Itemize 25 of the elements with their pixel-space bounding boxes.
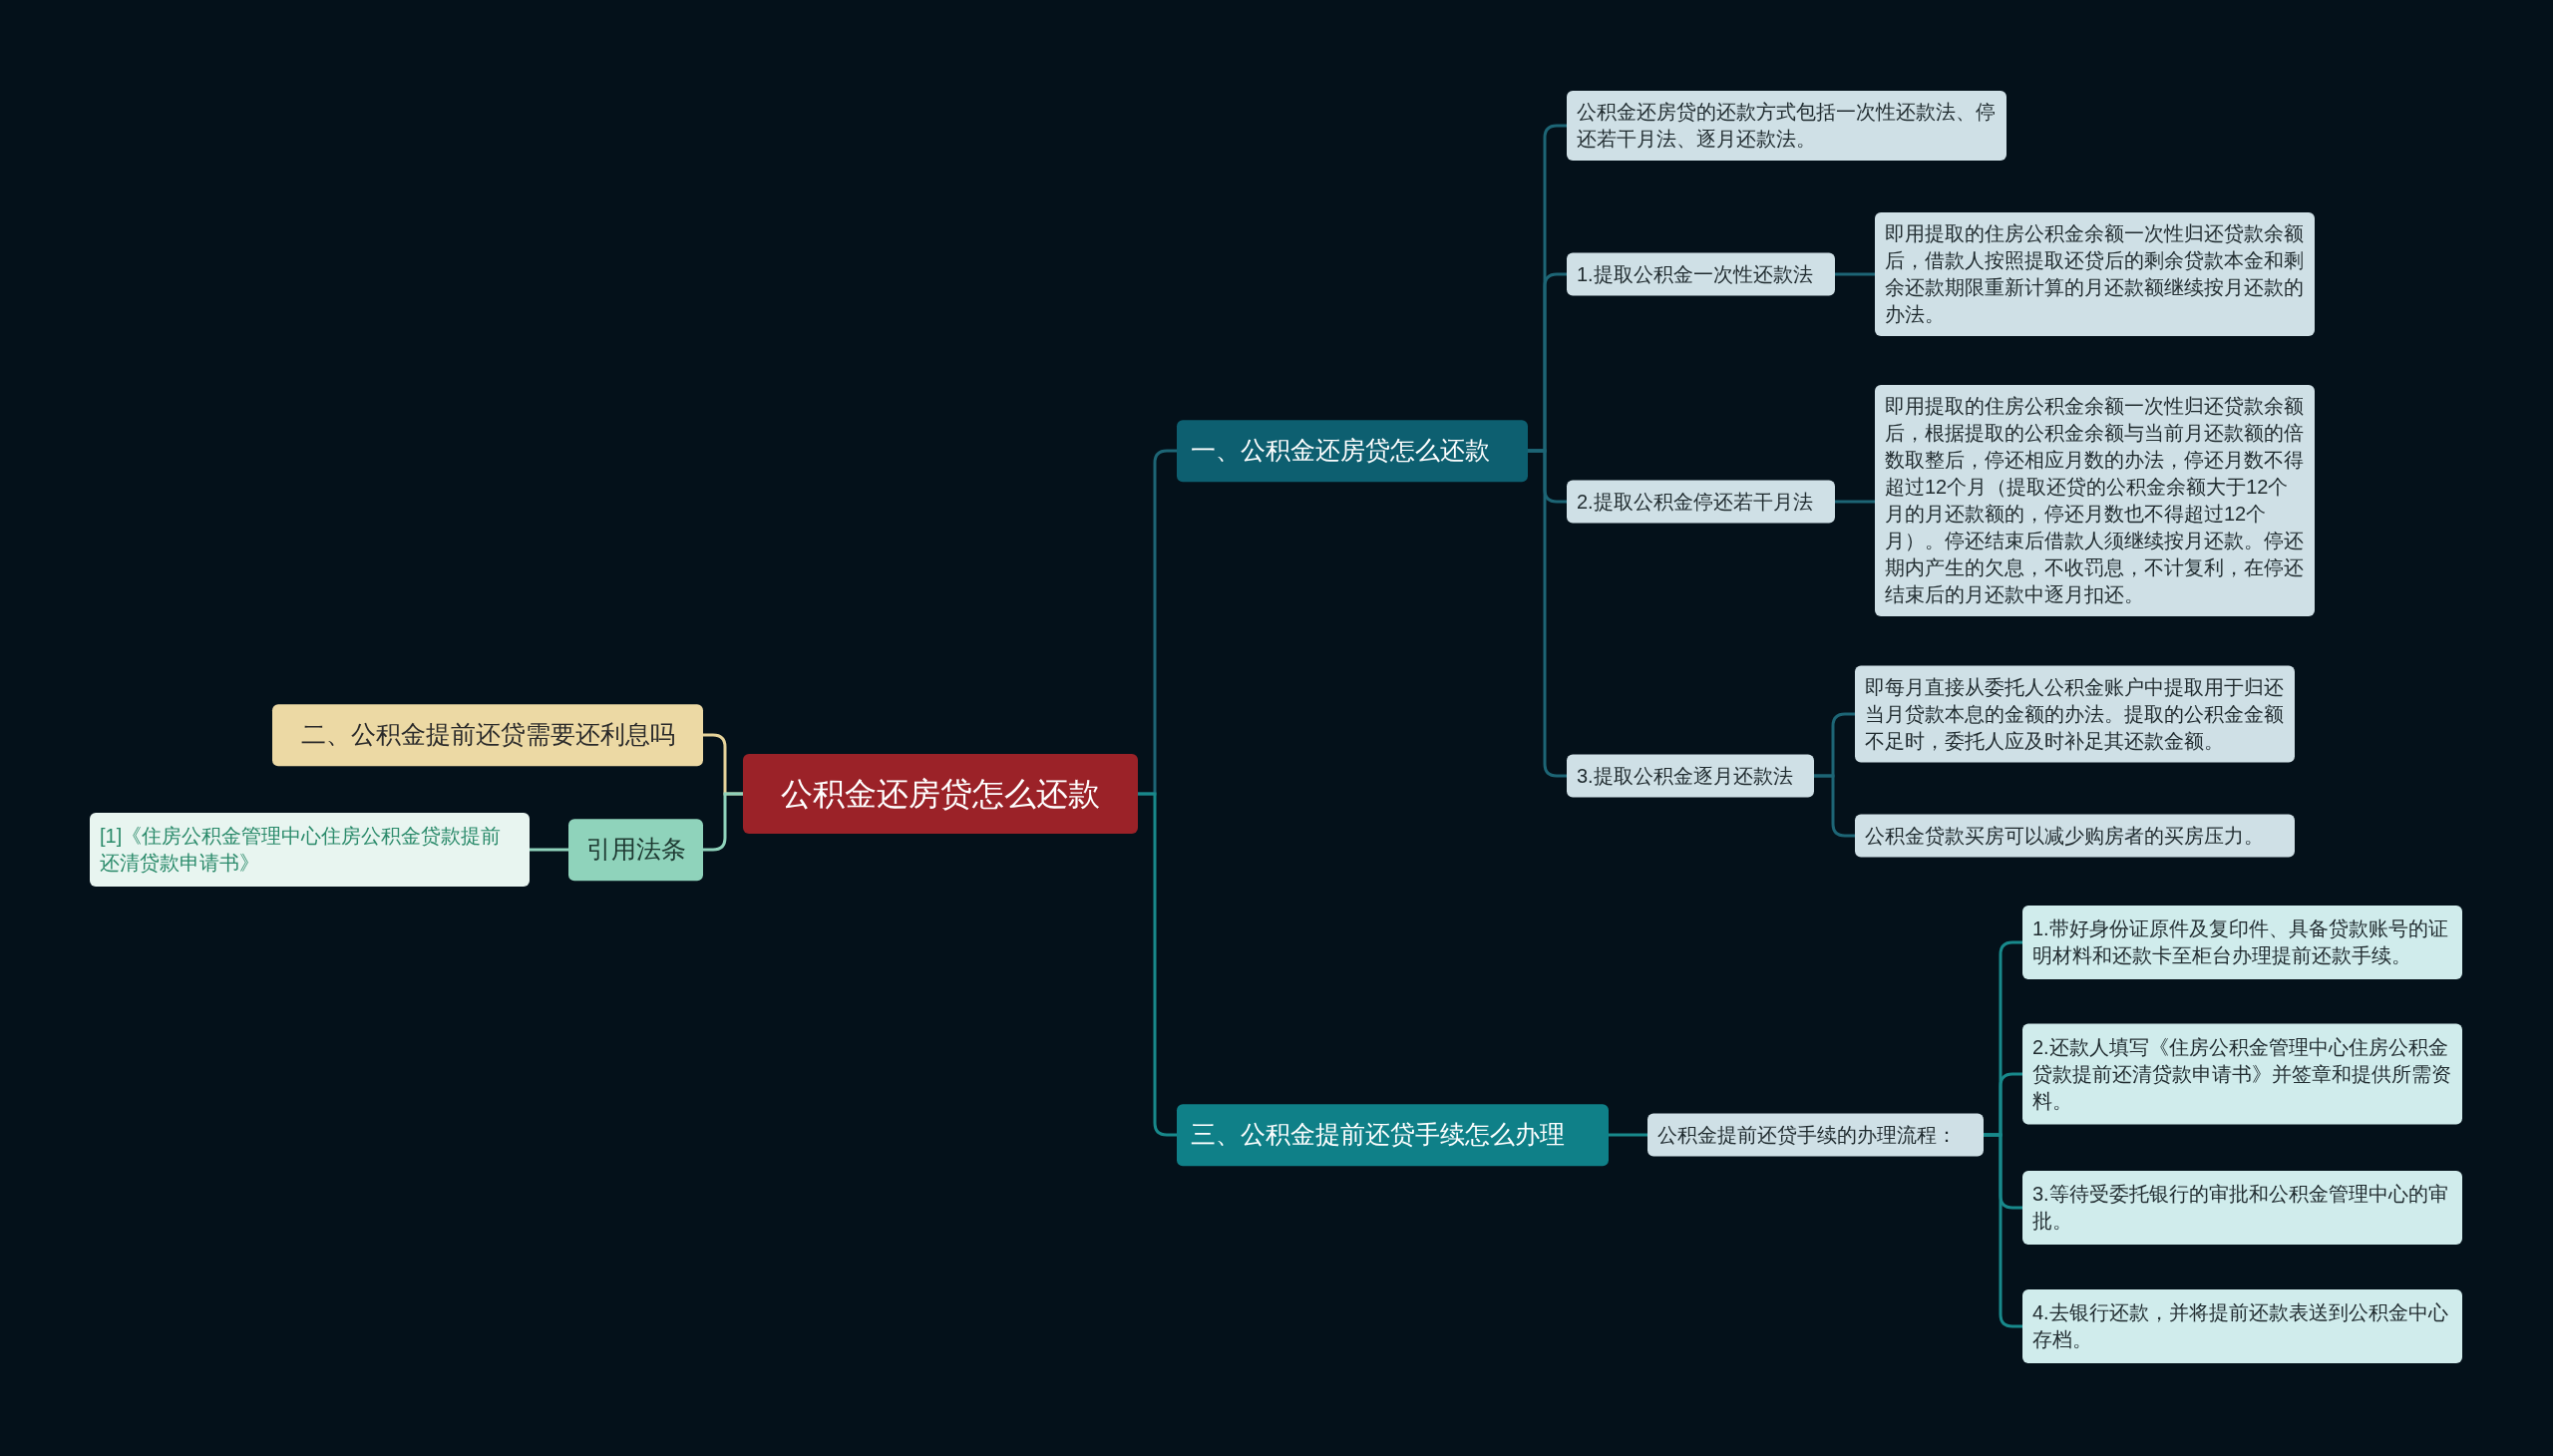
topic-node: 即用提取的住房公积金余额一次性归还贷款余额后，根据提取的公积金余额与当前月还款额的倍数取整后，停还相应月数的办法，停还月数不得超过12个月（提取还贷的公积金余额大于12个月的月还款额的，停还月数也不得超过12个月）。停还结束后借款人须继续按月还款。停还期内产生的欠息，不收罚息，不计复利，在停还结束后的月还款中逐月扣还。: [1875, 385, 2315, 616]
central-topic: 公积金还房贷怎么还款: [743, 754, 1138, 834]
connector-line: [530, 848, 568, 852]
topic-node: 3.提取公积金逐月还款法: [1567, 754, 1814, 798]
topic-node: 1.带好身份证原件及复印件、具备贷款账号的证明材料和还款卡至柜台办理提前还款手续。: [2022, 906, 2462, 979]
topic-node: 即用提取的住房公积金余额一次性归还贷款余额后，借款人按照提取还贷后的剩余贷款本金和剩余还款期限重新计算的月还款额继续按月还款的办法。: [1875, 212, 2315, 336]
connector-line: [1814, 774, 1855, 838]
citation-text: [1]《住房公积金管理中心住房公积金贷款提前还清贷款申请书》: [90, 813, 530, 887]
topic-node: 即每月直接从委托人公积金账户中提取用于归还当月贷款本息的金额的办法。提取的公积金金额不足时，委托人应及时补足其还款金额。: [1855, 665, 2295, 763]
topic-node: 3.等待受委托银行的审批和公积金管理中心的审批。: [2022, 1171, 2462, 1245]
connector-line: [1835, 500, 1875, 504]
topic-node: 公积金提前还贷手续的办理流程：: [1647, 1113, 1984, 1157]
topic-node: 公积金还房贷的还款方式包括一次性还款法、停还若干月法、逐月还款法。: [1567, 91, 2006, 161]
topic-node: 二、公积金提前还贷需要还利息吗: [272, 704, 703, 766]
connector-line: [703, 792, 743, 852]
topic-node: 一、公积金还房贷怎么还款: [1177, 420, 1528, 482]
connector-line: [1835, 272, 1875, 276]
topic-node: 1.提取公积金一次性还款法: [1567, 252, 1835, 296]
topic-node: 公积金贷款买房可以减少购房者的买房压力。: [1855, 814, 2295, 858]
topic-node: 2.还款人填写《住房公积金管理中心住房公积金贷款提前还清贷款申请书》并签章和提供所需资料。: [2022, 1023, 2462, 1125]
topic-node: 4.去银行还款，并将提前还款表送到公积金中心存档。: [2022, 1289, 2462, 1363]
topic-node: 引用法条: [568, 819, 703, 881]
topic-node: 2.提取公积金停还若干月法: [1567, 480, 1835, 524]
connector-line: [1609, 1133, 1647, 1137]
topic-node: 三、公积金提前还贷手续怎么办理: [1177, 1104, 1609, 1166]
